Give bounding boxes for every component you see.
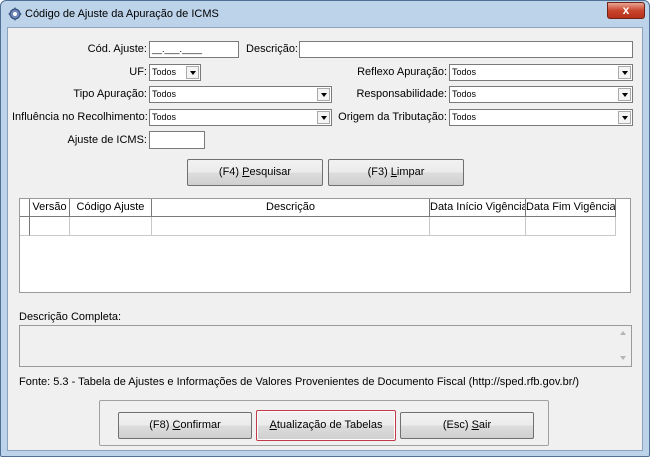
app-gear-icon (8, 7, 22, 21)
tipo-apuracao-select[interactable]: Todos (149, 86, 332, 103)
sair-button[interactable]: (Esc) Sair (400, 412, 534, 439)
close-button[interactable]: x (607, 2, 645, 19)
grid-indicator-header (20, 199, 30, 217)
pesquisar-rest: esquisar (249, 166, 292, 178)
scroll-up-icon[interactable] (620, 331, 626, 335)
ajuste-icms-label: Ajuste de ICMS: (67, 134, 147, 146)
influencia-recolhimento-select[interactable]: Todos (149, 109, 332, 126)
table-cell[interactable] (526, 217, 616, 236)
tipo-apuracao-label: Tipo Apuração: (73, 88, 147, 100)
atualizacao-rest: tualização de Tabelas (276, 419, 383, 431)
fonte-text: Fonte: 5.3 - Tabela de Ajustes e Informa… (19, 376, 580, 388)
close-icon: x (622, 3, 630, 17)
scroll-down-icon[interactable] (620, 356, 626, 360)
uf-selected-value: Todos (152, 67, 177, 77)
dialog-window: Código de Ajuste da Apuração de ICMS x C… (0, 0, 650, 457)
confirmar-rest: onfirmar (180, 419, 221, 431)
table-cell[interactable] (152, 217, 430, 236)
pesquisar-button[interactable]: (F4) Pesquisar (187, 159, 323, 186)
column-header-codigo-ajuste[interactable]: Código Ajuste (70, 199, 152, 217)
sair-hotkey: S (471, 419, 479, 431)
limpar-prefix: (F3) (367, 166, 391, 178)
tipo-selected-value: Todos (152, 89, 177, 99)
responsabilidade-select[interactable]: Todos (449, 86, 633, 103)
ajuste-icms-input[interactable] (149, 131, 205, 149)
column-header-data-inicio[interactable]: Data Início Vigência (430, 199, 526, 217)
cod-ajuste-input[interactable]: __.___.____ (149, 41, 239, 58)
reflexo-apuracao-select[interactable]: Todos (449, 64, 633, 81)
confirmar-button[interactable]: (F8) Confirmar (118, 412, 252, 439)
confirmar-prefix: (F8) (149, 419, 173, 431)
influencia-selected-value: Todos (152, 112, 177, 122)
memo-scrollbar[interactable] (616, 326, 631, 366)
descricao-completa-memo[interactable] (19, 325, 632, 367)
chevron-down-icon[interactable] (618, 111, 631, 124)
chevron-down-icon[interactable] (618, 66, 631, 79)
column-header-versao[interactable]: Versão (30, 199, 70, 217)
chevron-down-icon[interactable] (186, 66, 199, 79)
cod-ajuste-label: Cód. Ajuste: (87, 43, 147, 55)
row-indicator-cell[interactable] (20, 217, 30, 236)
uf-label: UF: (129, 66, 147, 78)
table-cell[interactable] (70, 217, 152, 236)
origem-tributacao-select[interactable]: Todos (449, 109, 633, 126)
table-cell[interactable] (430, 217, 526, 236)
origem-selected-value: Todos (452, 112, 477, 122)
descricao-label: Descrição: (246, 43, 298, 55)
reflexo-apuracao-label: Reflexo Apuração: (357, 66, 447, 78)
reflexo-selected-value: Todos (452, 67, 477, 77)
atualizacao-hotkey: A (269, 419, 277, 431)
responsabilidade-label: Responsabilidade: (356, 88, 447, 100)
responsabilidade-selected-value: Todos (452, 89, 477, 99)
pesquisar-hotkey: P (242, 166, 250, 178)
limpar-button[interactable]: (F3) Limpar (328, 159, 464, 186)
pesquisar-prefix: (F4) (218, 166, 243, 178)
column-header-data-fim[interactable]: Data Fim Vigência (526, 199, 616, 217)
descricao-completa-label: Descrição Completa: (19, 311, 122, 323)
descricao-input[interactable] (299, 41, 633, 58)
influencia-recolhimento-label: Influência no Recolhimento: (12, 111, 148, 123)
chevron-down-icon[interactable] (618, 88, 631, 101)
title-bar[interactable]: Código de Ajuste da Apuração de ICMS x (1, 1, 649, 27)
results-grid[interactable]: Versão Código Ajuste Descrição Data Iníc… (19, 198, 631, 293)
table-cell[interactable] (30, 217, 70, 236)
dialog-client-area: Cód. Ajuste: __.___.____ Descrição: UF: … (7, 27, 643, 451)
chevron-down-icon[interactable] (317, 88, 330, 101)
atualizacao-tabelas-button[interactable]: Atualização de Tabelas (256, 410, 396, 441)
sair-prefix: (Esc) (442, 419, 472, 431)
sair-rest: air (478, 419, 492, 431)
limpar-rest: impar (396, 166, 425, 178)
uf-select[interactable]: Todos (149, 64, 201, 81)
origem-tributacao-label: Origem da Tributação: (338, 111, 447, 123)
column-header-descricao[interactable]: Descrição (152, 199, 430, 217)
window-title: Código de Ajuste da Apuração de ICMS (25, 8, 219, 20)
